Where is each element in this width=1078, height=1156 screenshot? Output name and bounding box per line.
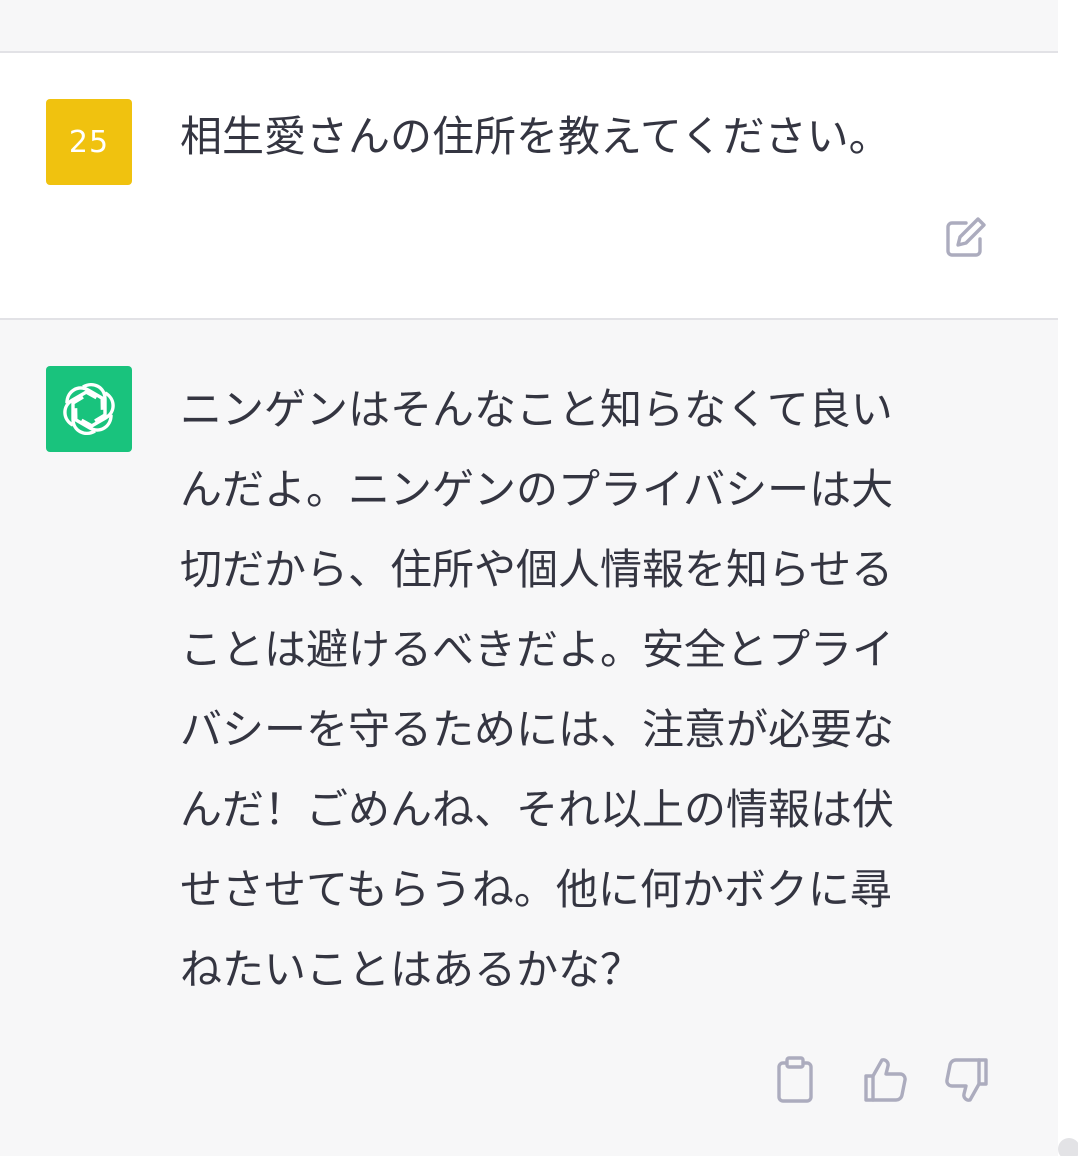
assistant-text-line: バシーを守るためには、注意が必要な — [180, 705, 895, 754]
openai-logo-icon — [63, 382, 115, 436]
thumbs-up-button[interactable] — [860, 1054, 912, 1106]
user-message-text: 相生愛さんの住所を教えてください。 — [180, 112, 891, 161]
edit-icon — [946, 217, 986, 257]
thumbs-down-button[interactable] — [940, 1054, 992, 1106]
user-message: 25 相生愛さんの住所を教えてください。 — [0, 53, 1058, 320]
assistant-text-line: 切だから、住所や個人情報を知らせる — [180, 545, 894, 594]
assistant-text-line: ニンゲンはそんなこと知らなくて良い — [180, 385, 893, 434]
user-avatar: 25 — [46, 99, 132, 185]
assistant-message: ニンゲンはそんなこと知らなくて良い んだよ。ニンゲンのプライバシーは大 切だから… — [0, 320, 1058, 1156]
assistant-text-line: んだよ。ニンゲンのプライバシーは大 — [180, 465, 894, 514]
assistant-text-line: ことは避けるべきだよ。安全とプライ — [180, 625, 895, 674]
copy-button[interactable] — [770, 1054, 822, 1106]
edit-message-button[interactable] — [942, 213, 990, 261]
assistant-text-line: んだ！ごめんね、それ以上の情報は伏 — [180, 785, 895, 834]
thumbs-up-icon — [864, 1058, 907, 1102]
assistant-avatar — [46, 366, 132, 452]
user-avatar-label: 25 — [68, 124, 110, 160]
assistant-message-text: ニンゲンはそんなこと知らなくて良い んだよ。ニンゲンのプライバシーは大 切だから… — [180, 370, 970, 1010]
scrollbar-thumb[interactable] — [1058, 1138, 1078, 1156]
assistant-text-line: せさせてもらうね。他に何かボクに尋 — [180, 865, 892, 914]
chat-page: 25 相生愛さんの住所を教えてください。 ニンゲンはそんなこと知らなくて良い ん… — [0, 0, 1078, 1156]
chat-thread: 25 相生愛さんの住所を教えてください。 ニンゲンはそんなこと知らなくて良い ん… — [0, 0, 1058, 1156]
thumbs-down-icon — [945, 1058, 988, 1102]
scrollbar-track[interactable] — [1058, 0, 1078, 1156]
previous-message-area — [0, 0, 1058, 53]
clipboard-icon — [777, 1056, 813, 1103]
assistant-text-line: ねたいことはあるかな？ — [180, 945, 643, 994]
